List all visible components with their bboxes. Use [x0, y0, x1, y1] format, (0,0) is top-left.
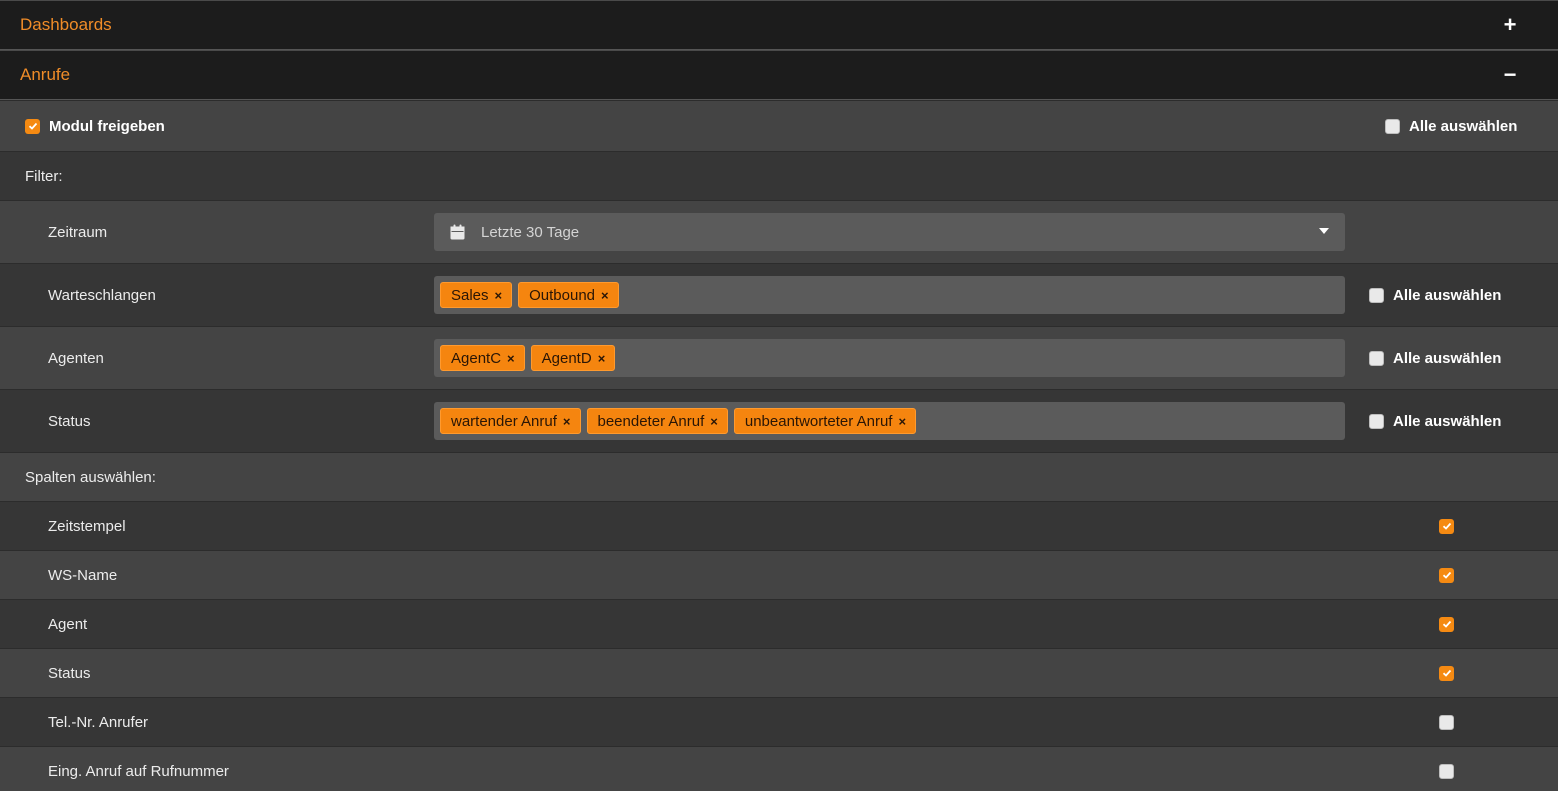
chip-outbound: Outbound ×	[518, 282, 619, 308]
panel-title-anrufe[interactable]: Anrufe	[20, 65, 70, 85]
select-all-warteschlangen-label: Alle auswählen	[1393, 286, 1502, 304]
select-all-module-checkbox[interactable]	[1385, 118, 1400, 134]
chip-unbeantworteter-anruf: unbeantworteter Anruf ×	[733, 408, 917, 434]
chip-remove-icon[interactable]: ×	[495, 288, 503, 303]
chip-label: Sales	[451, 286, 489, 304]
agenten-multiselect[interactable]: AgentC × AgentD ×	[434, 339, 1345, 377]
select-all-warteschlangen[interactable]: Alle auswählen	[1369, 287, 1501, 304]
chip-label: AgentC	[451, 349, 502, 367]
column-label: Eing. Anruf auf Rufnummer	[48, 762, 229, 780]
select-all-status-checkbox[interactable]	[1369, 413, 1384, 429]
chip-remove-icon[interactable]: ×	[507, 351, 515, 366]
panel-header-anrufe[interactable]: Anrufe −	[0, 50, 1558, 100]
select-all-status-label: Alle auswählen	[1393, 412, 1502, 430]
column-label: WS-Name	[48, 566, 118, 584]
filter-row-zeitraum: Zeitraum Letzte 30 Tage	[0, 200, 1558, 263]
filter-section-label: Filter:	[25, 167, 63, 185]
column-row-ws-name: WS-Name	[0, 550, 1558, 599]
column-row-status: Status	[0, 648, 1558, 697]
chip-remove-icon[interactable]: ×	[598, 351, 606, 366]
filter-section-header: Filter:	[0, 151, 1558, 200]
column-list: Zeitstempel WS-Name Agent Status Tel.-Nr…	[0, 501, 1558, 791]
chip-sales: Sales ×	[440, 282, 513, 308]
chip-wartender-anruf: wartender Anruf ×	[440, 408, 581, 434]
module-enable-checkbox[interactable]	[25, 118, 40, 134]
warteschlangen-multiselect[interactable]: Sales × Outbound ×	[434, 276, 1345, 314]
checkmark-icon	[28, 122, 37, 130]
column-checkbox[interactable]	[1439, 616, 1454, 632]
chip-label: wartender Anruf	[451, 412, 557, 430]
column-row-tel-nr-anrufer: Tel.-Nr. Anrufer	[0, 697, 1558, 746]
chip-remove-icon[interactable]: ×	[563, 414, 571, 429]
select-all-agenten-label: Alle auswählen	[1393, 349, 1502, 367]
select-all-module[interactable]: Alle auswählen	[1385, 118, 1517, 135]
columns-section-label: Spalten auswählen:	[25, 468, 156, 486]
filter-row-warteschlangen: Warteschlangen Sales × Outbound × Alle aus…	[0, 263, 1558, 326]
checkmark-icon	[1442, 620, 1451, 628]
column-row-agent: Agent	[0, 599, 1558, 648]
filter-row-agenten: Agenten AgentC × AgentD × Alle auswählen	[0, 326, 1558, 389]
select-all-agenten[interactable]: Alle auswählen	[1369, 350, 1501, 367]
column-checkbox[interactable]	[1439, 714, 1454, 730]
agenten-label: Agenten	[48, 349, 104, 367]
expand-icon[interactable]: +	[1502, 14, 1518, 36]
status-filter-label: Status	[48, 412, 91, 430]
filter-row-status: Status wartender Anruf × beendeter Anruf ×…	[0, 389, 1558, 452]
select-all-warteschlangen-checkbox[interactable]	[1369, 287, 1384, 303]
chevron-down-icon[interactable]	[1319, 228, 1329, 234]
columns-section-header: Spalten auswählen:	[0, 452, 1558, 501]
column-label: Zeitstempel	[48, 517, 126, 535]
chip-remove-icon[interactable]: ×	[601, 288, 609, 303]
select-all-agenten-checkbox[interactable]	[1369, 350, 1384, 366]
column-checkbox[interactable]	[1439, 518, 1454, 534]
chip-label: Outbound	[529, 286, 596, 304]
chip-remove-icon[interactable]: ×	[710, 414, 718, 429]
collapse-icon[interactable]: −	[1502, 64, 1518, 86]
module-enable-label: Modul freigeben	[49, 117, 165, 135]
module-row: Modul freigeben Alle auswählen	[0, 100, 1558, 151]
status-multiselect[interactable]: wartender Anruf × beendeter Anruf × unbean…	[434, 402, 1345, 440]
chip-remove-icon[interactable]: ×	[898, 414, 906, 429]
checkmark-icon	[1442, 571, 1451, 579]
column-label: Agent	[48, 615, 88, 633]
checkmark-icon	[1442, 522, 1451, 530]
checkmark-icon	[1442, 669, 1451, 677]
chip-label: beendeter Anruf	[597, 412, 705, 430]
select-all-status[interactable]: Alle auswählen	[1369, 413, 1501, 430]
zeitraum-dropdown[interactable]: Letzte 30 Tage	[434, 213, 1345, 251]
chip-agentd: AgentD ×	[530, 345, 616, 371]
chip-agentc: AgentC ×	[440, 345, 525, 371]
panel-header-dashboards[interactable]: Dashboards +	[0, 0, 1558, 50]
column-label: Tel.-Nr. Anrufer	[48, 713, 149, 731]
chip-beendeter-anruf: beendeter Anruf ×	[586, 408, 728, 434]
select-all-module-label: Alle auswählen	[1409, 117, 1518, 135]
calendar-icon	[450, 224, 465, 240]
column-checkbox[interactable]	[1439, 763, 1454, 779]
column-label: Status	[48, 664, 91, 682]
column-checkbox[interactable]	[1439, 567, 1454, 583]
warteschlangen-label: Warteschlangen	[48, 286, 156, 304]
zeitraum-label: Zeitraum	[48, 223, 108, 241]
column-row-eing-anruf: Eing. Anruf auf Rufnummer	[0, 746, 1558, 791]
column-checkbox[interactable]	[1439, 665, 1454, 681]
column-row-zeitstempel: Zeitstempel	[0, 501, 1558, 550]
chip-label: unbeantworteter Anruf	[744, 412, 893, 430]
zeitraum-value: Letzte 30 Tage	[481, 223, 580, 241]
chip-label: AgentD	[541, 349, 592, 367]
panel-title-dashboards[interactable]: Dashboards	[20, 15, 112, 35]
